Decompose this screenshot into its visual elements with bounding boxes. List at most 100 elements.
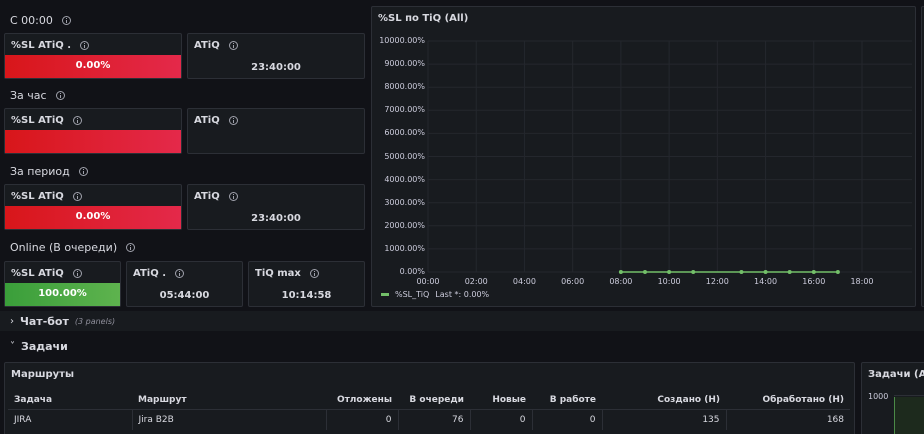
y-tick-label: 6000.00% (384, 128, 425, 138)
col-header[interactable]: Новые (470, 391, 532, 410)
data-point[interactable] (643, 270, 647, 274)
tasks-all-title: Задачи (All) (868, 369, 924, 380)
x-tick-label: 16:00 (802, 277, 826, 286)
sl-value: 0.00% (75, 211, 111, 222)
y-tick-label: 9000.00% (384, 59, 425, 69)
x-tick-label: 12:00 (705, 277, 729, 286)
row-chat-bot[interactable]: › Чат-бот (3 panels) (0, 311, 924, 331)
routes-panel[interactable]: Маршруты Задача Маршрут Отложены В очере… (4, 362, 855, 434)
col-header[interactable]: Отложены (326, 391, 398, 410)
routes-title: Маршруты (11, 369, 74, 380)
bar-area (895, 397, 924, 434)
y-tick-label: 0.00% (399, 267, 425, 276)
info-icon[interactable] (80, 41, 90, 50)
col-header[interactable]: Создано (Н) (602, 391, 726, 410)
data-point[interactable] (691, 270, 696, 274)
atiq-value: 05:44:00 (159, 290, 210, 301)
atiq-value: 23:40:00 (251, 62, 301, 73)
cell: 0 (532, 409, 603, 430)
atiq-panel-2[interactable]: ATiQ (187, 108, 365, 154)
y-tick-label: 1000.00% (384, 243, 425, 253)
panel-title: %SL ATiQ (11, 191, 64, 202)
legend-series-name: %SL_TiQ (395, 290, 430, 299)
data-point[interactable] (739, 270, 744, 274)
legend-stat: Last *: 0.00% (435, 290, 490, 299)
y-tick-label: 10000.00% (379, 36, 425, 45)
info-icon[interactable] (72, 269, 82, 278)
online-atiq-panel[interactable]: ATiQ . 05:44:00 (126, 261, 243, 307)
data-point[interactable] (667, 270, 672, 274)
cell: 76 (398, 409, 471, 430)
sl-atiq-panel-1[interactable]: %SL ATiQ . 0.00% (4, 33, 182, 79)
sl-atiq-panel-2[interactable]: %SL ATiQ (4, 108, 182, 154)
section-title-online: Online (В очереди) (10, 241, 136, 254)
y-tick-label: 4000.00% (384, 174, 425, 184)
data-point[interactable] (835, 270, 840, 274)
x-tick-label: 06:00 (561, 277, 585, 286)
info-icon[interactable] (228, 192, 238, 201)
online-tiqmax-panel[interactable]: TiQ max 10:14:58 (248, 261, 365, 307)
sl-value-bar: 100.00% (5, 283, 120, 306)
sl-atiq-panel-3[interactable]: %SL ATiQ 0.00% (4, 184, 182, 230)
sl-value-bar: 0.00% (5, 206, 181, 229)
info-icon[interactable] (55, 91, 65, 100)
col-header[interactable]: В работе (532, 391, 602, 410)
info-icon[interactable] (228, 116, 238, 125)
row-note: (3 panels) (74, 317, 116, 326)
panel-title: %SL ATiQ (11, 268, 64, 279)
x-tick-label: 10:00 (657, 277, 681, 286)
x-tick-label: 18:00 (850, 277, 874, 286)
tasks-all-panel[interactable]: Задачи (All) 1000 (861, 362, 924, 434)
y-tick-label: 3000.00% (384, 197, 425, 207)
chevron-down-icon: ˅ (10, 341, 15, 352)
data-point[interactable] (763, 270, 768, 274)
chart-svg (427, 40, 912, 274)
col-header[interactable]: Маршрут (132, 391, 326, 410)
row-title: Чат-бот (20, 315, 69, 328)
panel-title: ATiQ . (133, 268, 166, 279)
y-tick-label: 8000.00% (384, 82, 425, 92)
info-icon[interactable] (72, 192, 82, 201)
cell: 168 (826, 414, 844, 425)
data-point[interactable] (811, 270, 816, 274)
cell: 0 (470, 409, 533, 430)
section-title-last-hour: За час (10, 89, 65, 102)
cell: 135 (602, 409, 727, 430)
sl-by-tiq-chart-panel[interactable]: %SL по TiQ (All) 0.00% 1000.00% 2000.00% 30… (371, 6, 916, 307)
chart-legend[interactable]: %SL_TiQ Last *: 0.00% (381, 290, 489, 299)
data-point[interactable] (618, 270, 623, 274)
col-header[interactable]: Обработано (Н) (726, 391, 850, 410)
section-title-period: За период (10, 165, 88, 178)
x-tick-label: 02:00 (464, 277, 488, 286)
data-point[interactable] (787, 270, 792, 274)
col-header[interactable]: Задача (8, 391, 132, 410)
col-header[interactable]: В очереди (398, 391, 470, 410)
x-tick-label: 08:00 (609, 277, 633, 286)
info-icon[interactable] (72, 116, 82, 125)
legend-swatch (381, 293, 389, 296)
cell: JIRA (8, 409, 133, 430)
chart-area: 0.00% 1000.00% 2000.00% 3000.00% 4000.00% 500… (372, 7, 917, 308)
row-title: Задачи (21, 340, 68, 353)
sl-value: 100.00% (38, 288, 87, 299)
x-tick-label: 04:00 (512, 277, 536, 286)
atiq-panel-1[interactable]: ATiQ 23:40:00 (187, 33, 365, 79)
atiq-value: 23:40:00 (251, 213, 301, 224)
row-tasks[interactable]: ˅ Задачи (0, 335, 924, 355)
info-icon[interactable] (78, 167, 88, 176)
panel-title: ATiQ (194, 115, 220, 126)
info-icon[interactable] (126, 243, 136, 252)
panel-title: ATiQ (194, 191, 220, 202)
info-icon[interactable] (61, 16, 71, 25)
info-icon[interactable] (175, 269, 184, 278)
atiq-panel-3[interactable]: ATiQ 23:40:00 (187, 184, 365, 230)
table-row[interactable]: JIRA Jira B2B 0 76 0 0 135 168 (8, 409, 850, 430)
info-icon[interactable] (228, 41, 238, 50)
online-sl-panel[interactable]: %SL ATiQ 100.00% (4, 261, 121, 307)
tiqmax-value: 10:14:58 (281, 290, 332, 301)
panel-title: TiQ max (255, 268, 301, 279)
sl-value-bar (5, 130, 181, 153)
routes-table: Задача Маршрут Отложены В очереди Новые … (8, 391, 850, 430)
info-icon[interactable] (309, 269, 319, 278)
cell: Jira B2B (132, 409, 327, 430)
